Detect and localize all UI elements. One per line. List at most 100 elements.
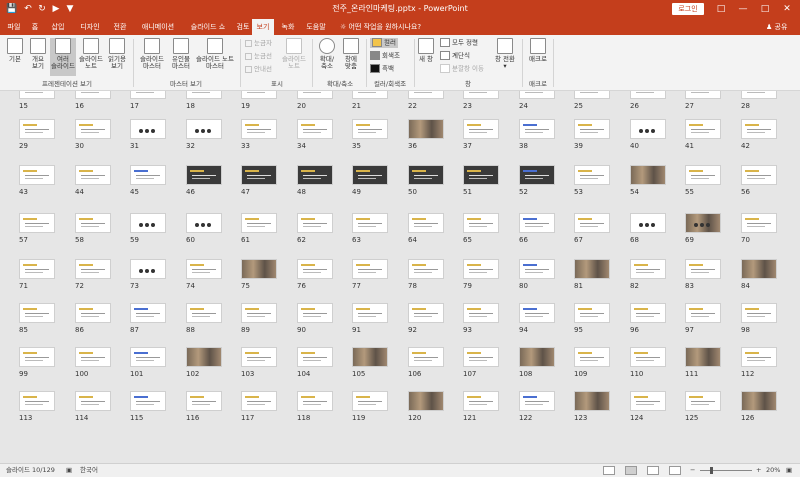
handout-master-button[interactable]: 유인물 마스터 [169,38,193,76]
slide-thumbnail[interactable] [130,303,166,323]
slide-thumbnail[interactable] [241,303,277,323]
slide-thumbnail[interactable] [186,165,222,185]
zoom-in-icon[interactable]: + [756,464,761,477]
tell-me-box[interactable]: ☼ 어떤 작업을 원하시나요? [340,19,421,35]
slide-thumbnail[interactable] [297,259,333,279]
slide-thumbnail[interactable] [408,303,444,323]
slide-thumbnail[interactable] [297,347,333,367]
slide-thumbnail[interactable] [741,91,777,99]
slide-thumbnail[interactable] [19,391,55,411]
slide-thumbnail[interactable] [741,347,777,367]
slide-thumbnail[interactable] [463,91,499,99]
slide-thumbnail[interactable] [186,91,222,99]
outline-view-button[interactable]: 개요 보기 [28,38,48,76]
slide-thumbnail[interactable] [408,347,444,367]
share-button[interactable]: ♟ 공유 [766,19,787,35]
reading-view-button[interactable]: 읽기용 보기 [106,38,128,76]
macros-button[interactable]: 매크로 [527,38,549,76]
reading-view-status-button[interactable] [647,466,659,475]
slide-thumbnail[interactable] [352,165,388,185]
slide-thumbnail[interactable] [186,213,222,233]
slide-thumbnail[interactable] [685,391,721,411]
arrange-all-button[interactable]: 모두 정렬 [440,38,478,48]
slide-thumbnail[interactable] [741,119,777,139]
slide-thumbnail[interactable] [19,119,55,139]
slide-thumbnail[interactable] [75,165,111,185]
slide-thumbnail[interactable] [685,213,721,233]
black-white-option[interactable]: 흑백 [370,64,394,74]
guides-checkbox[interactable]: 안내선 [245,65,272,74]
tab-help[interactable]: 도움말 [302,19,330,35]
slide-thumbnail[interactable] [685,91,721,99]
slide-sorter-button[interactable]: 여러 슬라이드 [50,38,76,76]
slide-thumbnail[interactable] [408,91,444,99]
slide-thumbnail[interactable] [463,347,499,367]
color-option[interactable]: 컬러 [370,38,398,48]
tab-file[interactable]: 파일 [4,19,24,35]
slide-thumbnail[interactable] [297,91,333,99]
tab-animations[interactable]: 애니메이션 [136,19,180,35]
minimize-icon[interactable]: — [734,2,752,17]
new-window-button[interactable]: 새 창 [417,38,435,76]
normal-view-status-button[interactable] [603,466,615,475]
slide-thumbnail[interactable] [186,391,222,411]
slide-thumbnail[interactable] [75,119,111,139]
ruler-checkbox[interactable]: 눈금자 [245,39,272,48]
slide-thumbnail[interactable] [130,259,166,279]
slide-thumbnail[interactable] [741,165,777,185]
slide-thumbnail[interactable] [685,165,721,185]
slide-thumbnail[interactable] [130,347,166,367]
slide-thumbnail[interactable] [463,391,499,411]
slideshow-status-button[interactable] [669,466,681,475]
fit-to-window-button[interactable]: 창에 맞춤 [340,38,362,76]
slide-thumbnail[interactable] [75,91,111,99]
slide-thumbnail[interactable] [352,391,388,411]
slide-thumbnail[interactable] [519,347,555,367]
zoom-button[interactable]: 확대/축소 [316,38,338,76]
slide-thumbnail[interactable] [741,391,777,411]
slide-thumbnail[interactable] [75,259,111,279]
normal-view-button[interactable]: 기본 [4,38,26,76]
zoom-percentage[interactable]: 20% [766,464,780,477]
slide-thumbnail[interactable] [630,259,666,279]
slide-thumbnail[interactable] [630,347,666,367]
slide-thumbnail[interactable] [241,391,277,411]
slide-thumbnail[interactable] [463,213,499,233]
slide-thumbnail[interactable] [685,119,721,139]
move-split-button[interactable]: 분할창 이동 [440,64,484,74]
tab-transitions[interactable]: 전환 [110,19,130,35]
slide-thumbnail[interactable] [241,165,277,185]
slide-thumbnail[interactable] [519,91,555,99]
slide-thumbnail[interactable] [352,91,388,99]
slide-thumbnail[interactable] [130,119,166,139]
grayscale-option[interactable]: 회색조 [370,51,400,61]
tab-insert[interactable]: 삽입 [48,19,68,35]
slide-thumbnail[interactable] [241,347,277,367]
slide-thumbnail[interactable] [19,213,55,233]
slide-thumbnail[interactable] [685,303,721,323]
slide-thumbnail[interactable] [186,303,222,323]
slide-thumbnail[interactable] [630,119,666,139]
slide-thumbnail[interactable] [408,119,444,139]
slide-thumbnail[interactable] [463,119,499,139]
slide-thumbnail[interactable] [519,119,555,139]
slide-thumbnail[interactable] [130,213,166,233]
tab-review[interactable]: 검토 [232,19,254,35]
slide-sorter-status-button[interactable] [625,466,637,475]
slide-thumbnail[interactable] [19,165,55,185]
slide-thumbnail[interactable] [574,119,610,139]
tab-slideshow[interactable]: 슬라이드 쇼 [184,19,232,35]
slide-thumbnail[interactable] [352,303,388,323]
slide-thumbnail[interactable] [186,259,222,279]
slide-thumbnail[interactable] [741,303,777,323]
slide-thumbnail[interactable] [241,119,277,139]
slide-thumbnail[interactable] [519,259,555,279]
slide-thumbnail[interactable] [630,213,666,233]
slide-thumbnail[interactable] [574,91,610,99]
slide-thumbnail[interactable] [463,165,499,185]
slide-thumbnail[interactable] [19,347,55,367]
slide-thumbnail[interactable] [408,213,444,233]
slide-thumbnail[interactable] [741,259,777,279]
slide-thumbnail[interactable] [352,347,388,367]
slide-thumbnail[interactable] [352,259,388,279]
